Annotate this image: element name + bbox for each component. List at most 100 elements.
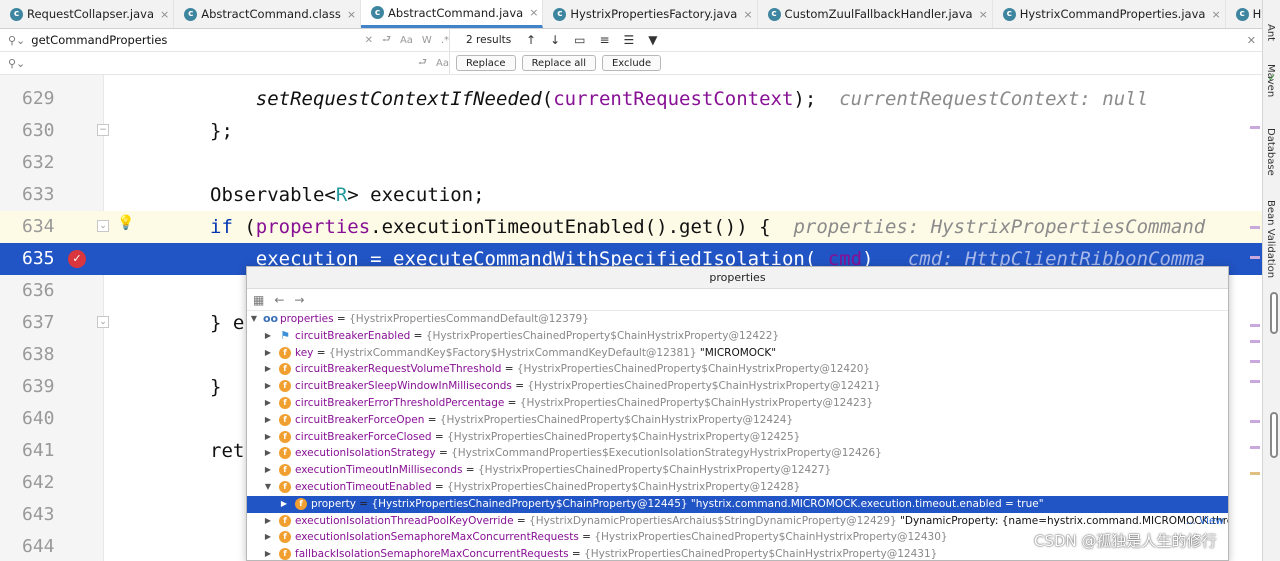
tree-row[interactable]: ▶ f circuitBreakerSleepWindowInMillisecond… [247, 378, 1228, 395]
code-line[interactable]: 630}; [0, 115, 1262, 147]
close-tab-icon[interactable]: × [529, 6, 538, 19]
fold-marker-icon[interactable]: ⌄ [97, 220, 109, 232]
regex-icon[interactable]: .* [441, 35, 449, 46]
tree-row[interactable]: ▶ f circuitBreakerErrorThresholdPercentage… [247, 395, 1228, 412]
multiline-icon[interactable]: ≡ [599, 33, 609, 47]
close-tab-icon[interactable]: × [160, 8, 169, 21]
expanded-arrow-icon[interactable]: ▼ [263, 479, 273, 496]
editor-tab[interactable]: c AbstractCommand.class × [174, 0, 362, 28]
fold-marker-icon[interactable]: ⌄ [97, 316, 109, 328]
tree-row[interactable]: ▶ f property = {HystrixPropertiesChainedPr… [247, 495, 1228, 513]
back-arrow-icon[interactable]: ← [274, 293, 284, 307]
scroll-marker[interactable] [1250, 324, 1260, 327]
scroll-marker[interactable] [1250, 226, 1260, 229]
select-all-occurrences-icon[interactable]: ▭ [574, 33, 585, 47]
variable-name: executionTimeoutEnabled [295, 480, 432, 493]
variable-value: {HystrixPropertiesChainedProperty$ChainH… [584, 548, 938, 561]
collapsed-arrow-icon[interactable]: ▶ [263, 513, 273, 530]
scroll-marker[interactable] [1250, 360, 1260, 363]
scroll-marker[interactable] [1250, 446, 1260, 449]
tree-row[interactable]: ▶ ⚑ circuitBreakerEnabled = {HystrixProper… [247, 328, 1228, 345]
collapsed-arrow-icon[interactable]: ▶ [263, 395, 273, 412]
collapsed-arrow-icon[interactable]: ▶ [263, 378, 273, 395]
find-field[interactable]: ⚲⌄ getCommandProperties ✕ ⮐ Aa W .* [0, 29, 450, 51]
code-line[interactable]: 629 setRequestContextIfNeeded(currentReq… [0, 83, 1262, 115]
collapsed-arrow-icon[interactable]: ▶ [263, 529, 273, 546]
tree-row[interactable]: ▶ f circuitBreakerForceOpen = {HystrixProp… [247, 412, 1228, 429]
tree-row[interactable]: ▼ f executionTimeoutEnabled = {HystrixProp… [247, 479, 1228, 496]
collapsed-arrow-icon[interactable]: ▶ [263, 546, 273, 560]
editor-tab[interactable]: c AbstractCommand.java × [361, 0, 544, 28]
close-tab-icon[interactable]: × [979, 8, 988, 21]
scroll-marker[interactable] [1250, 380, 1260, 383]
code-line[interactable]: 633 Observable<R> execution; [0, 179, 1262, 211]
ant-tool-tab[interactable]: Ant [1265, 24, 1276, 41]
collapsed-arrow-icon[interactable]: ▶ [279, 496, 289, 513]
editor-tab[interactable]: cHystrixPropertiesManager.java× [1226, 0, 1262, 28]
prev-occurrence-icon[interactable]: ↑ [526, 33, 536, 47]
database-tool-tab[interactable]: Database [1265, 128, 1276, 176]
collapsed-arrow-icon[interactable]: ▶ [263, 412, 273, 429]
replace-new-line-icon[interactable]: ⮐ [418, 55, 427, 72]
close-tab-icon[interactable]: × [743, 8, 752, 21]
tree-root-row[interactable]: ▼ oo properties = {HystrixPropertiesComman… [247, 311, 1228, 328]
collapsed-arrow-icon[interactable]: ▶ [263, 345, 273, 362]
find-input[interactable]: getCommandProperties [31, 33, 355, 47]
scroll-marker[interactable] [1250, 256, 1260, 259]
tree-row[interactable]: ▶ f key = {HystrixCommandKey$Factory$Hystr… [247, 345, 1228, 362]
replace-field[interactable]: ⚲⌄ ⮐ Aa [0, 52, 450, 74]
words-icon[interactable]: W [422, 35, 432, 46]
right-tool-strip: Ant Maven Database Bean Validation ✓ [1262, 0, 1280, 561]
editor-tab[interactable]: c HystrixCommandProperties.java × [993, 0, 1226, 28]
close-tab-icon[interactable]: × [347, 8, 356, 21]
in-selection-icon[interactable]: ☰ [624, 33, 635, 47]
hierarchy-icon[interactable]: ▦ [253, 293, 264, 307]
collapsed-arrow-icon[interactable]: ▶ [263, 445, 273, 462]
replace-button[interactable]: Replace [456, 55, 516, 71]
match-case-icon[interactable]: Aa [400, 35, 413, 46]
scroll-marker[interactable] [1250, 126, 1260, 129]
collapsed-arrow-icon[interactable]: ▶ [263, 361, 273, 378]
scroll-marker[interactable] [1250, 340, 1260, 343]
collapsed-arrow-icon[interactable]: ▶ [263, 328, 273, 345]
tree-row[interactable]: ▶ f circuitBreakerRequestVolumeThreshold =… [247, 361, 1228, 378]
intention-bulb-icon[interactable]: 💡 [117, 215, 134, 231]
preserve-case-icon[interactable]: Aa [436, 58, 449, 69]
variable-value: {HystrixPropertiesChainedProperty$ChainP… [371, 497, 688, 510]
tree-row[interactable]: ▶ f executionTimeoutInMilliseconds = {Hyst… [247, 462, 1228, 479]
breakpoint-icon[interactable]: ✓ [68, 250, 86, 268]
new-line-icon[interactable]: ⮐ [382, 32, 391, 49]
clear-icon[interactable]: ✕ [365, 35, 373, 46]
expanded-arrow-icon[interactable]: ▼ [249, 311, 259, 328]
exclude-button[interactable]: Exclude [601, 55, 662, 71]
tree-row[interactable]: ▶ f executionIsolationThreadPoolKeyOverrid… [247, 513, 1228, 530]
fold-marker-icon[interactable]: − [97, 124, 109, 136]
editor-scrollbar-thumb[interactable] [1270, 292, 1278, 334]
view-link[interactable]: ... View [1186, 513, 1224, 530]
filter-icon[interactable]: ▼ [648, 33, 657, 47]
collapsed-arrow-icon[interactable]: ▶ [263, 462, 273, 479]
close-find-icon[interactable]: ✕ [1247, 34, 1256, 47]
popup-scrollbar-thumb[interactable] [1270, 412, 1278, 458]
scroll-marker[interactable] [1250, 420, 1260, 423]
code-line[interactable]: 634 if (properties.executionTimeoutEnable… [0, 211, 1262, 243]
collapsed-arrow-icon[interactable]: ▶ [263, 429, 273, 446]
bean-validation-tool-tab[interactable]: Bean Validation [1265, 200, 1276, 278]
replace-all-button[interactable]: Replace all [521, 55, 596, 71]
forward-arrow-icon[interactable]: → [294, 293, 304, 307]
tree-row[interactable]: ▶ f executionIsolationStrategy = {HystrixC… [247, 445, 1228, 462]
code-text: } [210, 376, 222, 398]
code-text: setRequestContextIfNeeded(currentRequest… [255, 88, 1149, 110]
scroll-marker[interactable] [1250, 472, 1260, 475]
variable-name: circuitBreakerForceOpen [295, 413, 425, 426]
java-class-icon: c [1002, 7, 1016, 21]
replace-search-icon: ⚲⌄ [8, 56, 26, 70]
code-line[interactable]: 632 [0, 147, 1262, 179]
tree-node-text: properties = {HystrixPropertiesCommandDe… [280, 313, 589, 325]
editor-tab[interactable]: c HystrixPropertiesFactory.java × [543, 0, 758, 28]
editor-tab[interactable]: c RequestCollapser.java × [0, 0, 175, 28]
editor-tab[interactable]: c CustomZuulFallbackHandler.java × [758, 0, 993, 28]
next-occurrence-icon[interactable]: ↓ [550, 33, 560, 47]
tree-row[interactable]: ▶ f circuitBreakerForceClosed = {HystrixPr… [247, 429, 1228, 446]
close-tab-icon[interactable]: × [1211, 8, 1220, 21]
